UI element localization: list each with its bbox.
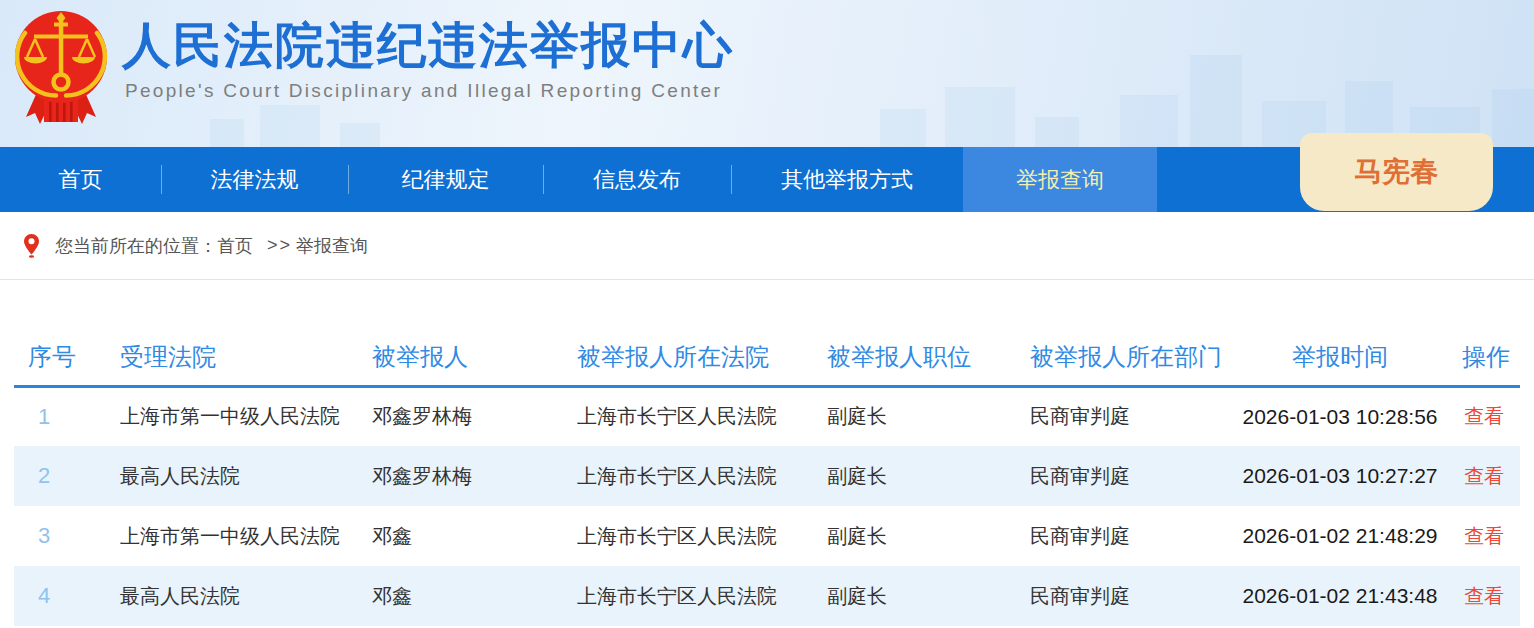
column-header-7: 举报时间 (1230, 330, 1450, 386)
table-row: 1上海市第一中级人民法院邓鑫罗林梅上海市长宁区人民法院副庭长民商审判庭2026-… (14, 386, 1520, 446)
breadcrumb-label: 您当前所在的位置： (55, 234, 217, 258)
nav-item-6[interactable]: 举报查询 (963, 147, 1157, 212)
site-header: 人民法院违纪违法举报中心 People's Court Disciplinary… (0, 0, 1534, 147)
skyline-decor (1190, 55, 1242, 147)
cell-reported: 邓鑫罗林梅 (358, 446, 563, 506)
cell-time: 2026-01-02 21:43:48 (1230, 566, 1450, 626)
report-query-table-section: 序号受理法院被举报人被举报人所在法院被举报人职位被举报人所在部门举报时间操作 1… (14, 280, 1520, 626)
breadcrumb-current: 举报查询 (296, 234, 368, 258)
column-header-4: 被举报人所在法院 (563, 330, 813, 386)
skyline-decor (210, 119, 244, 147)
view-link[interactable]: 查看 (1464, 525, 1504, 547)
cell-reported: 邓鑫 (358, 506, 563, 566)
nav-item-3[interactable]: 纪律规定 (348, 147, 543, 212)
cell-court: 最高人民法院 (106, 566, 358, 626)
cell-court: 最高人民法院 (106, 446, 358, 506)
breadcrumb: 您当前所在的位置： 首页 >> 举报查询 (0, 212, 1534, 280)
nav-item-2[interactable]: 法律法规 (161, 147, 348, 212)
skyline-decor (880, 109, 926, 147)
table-row: 2最高人民法院邓鑫罗林梅上海市长宁区人民法院副庭长民商审判庭2026-01-03… (14, 446, 1520, 506)
cell-department: 民商审判庭 (1016, 386, 1230, 446)
cell-position: 副庭长 (813, 446, 1016, 506)
column-header-3: 被举报人 (358, 330, 563, 386)
skyline-decor (260, 105, 320, 147)
cell-action: 查看 (1450, 386, 1520, 446)
site-title: 人民法院违纪违法举报中心 (122, 18, 734, 73)
view-link[interactable]: 查看 (1464, 465, 1504, 487)
site-subtitle: People's Court Disciplinary and Illegal … (125, 80, 734, 102)
cell-department: 民商审判庭 (1016, 506, 1230, 566)
cell-position: 副庭长 (813, 506, 1016, 566)
cell-no: 1 (14, 386, 106, 446)
cell-reported: 邓鑫罗林梅 (358, 386, 563, 446)
cell-no: 2 (14, 446, 106, 506)
cell-no: 3 (14, 506, 106, 566)
cell-reported_court: 上海市长宁区人民法院 (563, 566, 813, 626)
nav-item-5[interactable]: 其他举报方式 (731, 147, 963, 212)
nav-item-1[interactable]: 首页 (0, 147, 161, 212)
column-header-6: 被举报人所在部门 (1016, 330, 1230, 386)
skyline-decor (1492, 89, 1534, 147)
skyline-decor (945, 87, 1015, 147)
cell-reported_court: 上海市长宁区人民法院 (563, 446, 813, 506)
view-link[interactable]: 查看 (1464, 405, 1504, 427)
cell-time: 2026-01-03 10:27:27 (1230, 446, 1450, 506)
table-row: 3上海市第一中级人民法院邓鑫上海市长宁区人民法院副庭长民商审判庭2026-01-… (14, 506, 1520, 566)
column-header-5: 被举报人职位 (813, 330, 1016, 386)
report-query-table: 序号受理法院被举报人被举报人所在法院被举报人职位被举报人所在部门举报时间操作 1… (14, 330, 1520, 626)
cell-no: 4 (14, 566, 106, 626)
cell-time: 2026-01-02 21:48:29 (1230, 506, 1450, 566)
location-pin-icon (24, 234, 39, 258)
cell-reported_court: 上海市长宁区人民法院 (563, 386, 813, 446)
main-nav: 首页法律法规纪律规定信息发布其他举报方式举报查询 马宪春 (0, 147, 1534, 212)
cell-position: 副庭长 (813, 386, 1016, 446)
column-header-2: 受理法院 (106, 330, 358, 386)
cell-reported: 邓鑫 (358, 566, 563, 626)
cell-reported_court: 上海市长宁区人民法院 (563, 506, 813, 566)
cell-action: 查看 (1450, 566, 1520, 626)
user-button[interactable]: 马宪春 (1300, 133, 1493, 211)
skyline-decor (1035, 117, 1079, 147)
cell-action: 查看 (1450, 506, 1520, 566)
breadcrumb-home-link[interactable]: 首页 (217, 234, 253, 258)
skyline-decor (1120, 95, 1178, 147)
cell-position: 副庭长 (813, 566, 1016, 626)
breadcrumb-separator: >> (267, 235, 292, 256)
table-row: 4最高人民法院邓鑫上海市长宁区人民法院副庭长民商审判庭2026-01-02 21… (14, 566, 1520, 626)
cell-court: 上海市第一中级人民法院 (106, 386, 358, 446)
cell-court: 上海市第一中级人民法院 (106, 506, 358, 566)
nav-item-4[interactable]: 信息发布 (543, 147, 731, 212)
cell-action: 查看 (1450, 446, 1520, 506)
column-header-8: 操作 (1450, 330, 1520, 386)
column-header-1: 序号 (14, 330, 106, 386)
cell-department: 民商审判庭 (1016, 446, 1230, 506)
cell-time: 2026-01-03 10:28:56 (1230, 386, 1450, 446)
cell-department: 民商审判庭 (1016, 566, 1230, 626)
view-link[interactable]: 查看 (1464, 585, 1504, 607)
court-emblem-logo (14, 8, 108, 138)
skyline-decor (340, 123, 380, 147)
